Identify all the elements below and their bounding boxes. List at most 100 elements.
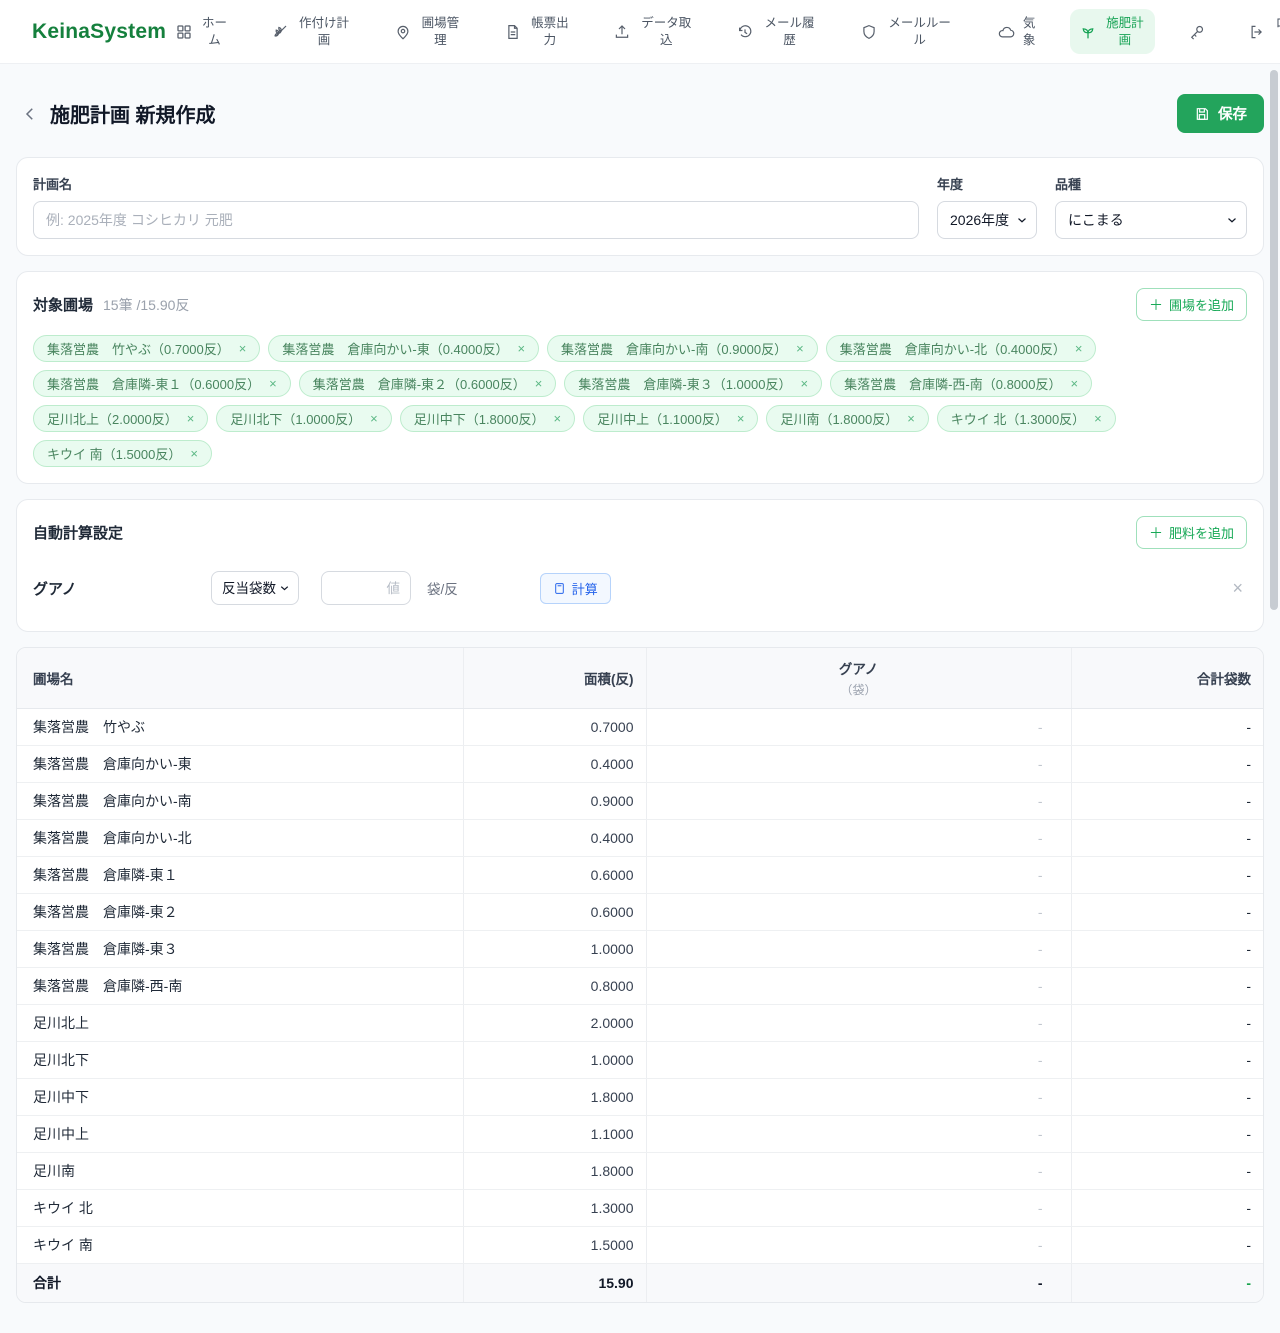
save-button-label: 保存 [1218,107,1247,123]
remove-fertilizer-icon[interactable]: × [1228,578,1247,599]
field-tag: 集落営農 倉庫向かい-南（0.9000反） × [547,335,818,362]
calc-value-input[interactable] [321,571,411,605]
tag-remove-icon[interactable]: × [1070,377,1078,390]
tag-remove-icon[interactable]: × [370,412,378,425]
save-button[interactable]: 保存 [1177,94,1264,133]
nav-list: ホーム 作付け計画 圃場管理 帳票出力 データ取込 メール履歴 メールルール 気… [166,9,1280,54]
scrollbar-thumb[interactable] [1270,70,1278,610]
field-tag-list: 集落営農 竹やぶ（0.7000反） × 集落営農 倉庫向かい-東（0.4000反… [33,335,1247,467]
footer-bags-total: - [1070,1263,1263,1302]
field-tag-label: 集落営農 倉庫隣-東３（1.0000反） [578,377,792,392]
field-tag-label: 集落営農 倉庫向かい-北（0.4000反） [839,342,1066,357]
key-icon [1188,23,1206,41]
target-fields-card: 対象圃場 15筆 /15.90反 ＋ 圃場を追加 集落営農 竹やぶ（0.7000… [16,271,1264,484]
field-tag: 集落営農 倉庫向かい-北（0.4000反） × [825,335,1097,362]
cell-fertilizer-bags: - [645,708,1071,746]
calculate-button[interactable]: 計算 [539,572,611,604]
table-row: 足川南 1.8000 - - [17,1152,1263,1190]
tag-remove-icon[interactable]: × [190,447,198,460]
cell-area: 1.1000 [462,1115,646,1153]
field-tag: 足川南（1.8000反） × [766,405,929,432]
tag-remove-icon[interactable]: × [907,412,915,425]
tag-remove-icon[interactable]: × [796,342,804,355]
nav-item-label: データ取込 [641,16,692,47]
nav-item-fertilization-plan[interactable]: 施肥計画 [1069,9,1156,54]
nav-item-mail-rules[interactable]: メールルール [851,9,964,54]
document-icon [504,23,522,41]
plus-icon: ＋ [1148,524,1163,541]
auto-calc-title: 自動計算設定 [33,525,124,542]
cell-field-name: 集落営農 倉庫隣-東３ [17,930,463,968]
field-tag: 集落営農 竹やぶ（0.7000反） × [33,335,261,362]
nav-item-mail-history[interactable]: メール履歴 [727,9,826,54]
field-tag-label: 足川南（1.8000反） [780,412,899,427]
tag-remove-icon[interactable]: × [517,342,525,355]
footer-area-total: 15.90 [462,1263,646,1302]
nav-item-home[interactable]: ホーム [166,9,238,54]
plan-name-label: 計画名 [33,177,73,192]
cell-fertilizer-bags: - [645,1041,1071,1079]
plan-name-input[interactable] [33,201,919,239]
nav-item-logout[interactable]: ログアウト [1239,9,1280,54]
table-row: 集落営農 倉庫向かい-北 0.4000 - - [17,819,1263,857]
nav-item-field-management[interactable]: 圃場管理 [385,9,471,54]
cell-area: 0.4000 [462,745,646,783]
tag-remove-icon[interactable]: × [800,377,808,390]
scrollbar [1268,64,1280,1264]
field-tag: 足川北下（1.0000反） × [216,405,392,432]
table-row: 足川中下 1.8000 - - [17,1078,1263,1116]
cell-area: 0.9000 [462,782,646,820]
main-content: 施肥計画 新規作成 保存 計画名 年度 2026年度 [0,94,1280,1333]
calc-method-select[interactable]: 反当袋数 [211,571,299,605]
nav-item-planting-plan[interactable]: 作付け計画 [262,9,361,54]
col-header-fertilizer-unit: （袋） [840,683,877,697]
tag-remove-icon[interactable]: × [553,412,561,425]
cell-field-name: 集落営農 竹やぶ [17,708,463,746]
page-title: 施肥計画 新規作成 [50,105,216,127]
variety-label: 品種 [1055,177,1082,192]
add-fertilizer-button[interactable]: ＋ 肥料を追加 [1135,516,1247,549]
tag-remove-icon[interactable]: × [737,412,745,425]
cell-total-bags: - [1070,967,1263,1005]
nav-item-label: メール履歴 [764,16,815,47]
back-button[interactable] [16,100,44,128]
field-tag: キウイ 南（1.5000反） × [33,440,212,467]
tag-remove-icon[interactable]: × [1075,342,1083,355]
field-tag: 集落営農 倉庫向かい-東（0.4000反） × [268,335,540,362]
tag-remove-icon[interactable]: × [269,377,277,390]
cell-field-name: 集落営農 倉庫隣-西-南 [17,967,463,1005]
target-fields-summary: 15筆 /15.90反 [103,296,190,313]
tag-remove-icon[interactable]: × [535,377,543,390]
plan-info-card: 計画名 年度 2026年度 品種 にこまる [16,157,1264,256]
cell-area: 0.6000 [462,856,646,894]
footer-label: 合計 [17,1263,463,1302]
brand-logo[interactable]: KeinaSystem [32,20,166,44]
variety-select[interactable]: にこまる [1055,201,1247,239]
year-select[interactable]: 2026年度 [937,201,1037,239]
table-body: 集落営農 竹やぶ 0.7000 - - 集落営農 倉庫向かい-東 0.4000 … [17,708,1263,1264]
cell-field-name: 足川北上 [17,1004,463,1042]
col-header-area: 面積(反) [462,648,646,709]
cell-area: 0.8000 [462,967,646,1005]
field-tag-label: キウイ 南（1.5000反） [47,447,182,462]
nav-item-report-output[interactable]: 帳票出力 [495,9,581,54]
nav-item-label: メールルール [888,16,951,47]
field-tag-label: 足川中上（1.1000反） [597,412,728,427]
cell-area: 0.6000 [462,893,646,931]
cell-total-bags: - [1070,782,1263,820]
tag-remove-icon[interactable]: × [239,342,247,355]
year-label: 年度 [937,177,964,192]
nav-item-weather[interactable]: 気象 [988,9,1046,54]
add-fertilizer-button-label: 肥料を追加 [1168,526,1234,541]
tag-remove-icon[interactable]: × [1094,412,1102,425]
cell-field-name: 足川中下 [17,1078,463,1116]
auto-calc-card: 自動計算設定 ＋ 肥料を追加 グアノ 反当袋数 袋/反 [16,499,1264,632]
sprout-icon [1079,23,1097,41]
table-header-row: 圃場名 面積(反) グアノ （袋） 合計袋数 [17,648,1263,709]
add-field-button[interactable]: ＋ 圃場を追加 [1135,288,1247,321]
table-row: キウイ 南 1.5000 - - [17,1226,1263,1264]
nav-item-data-import[interactable]: データ取込 [604,9,703,54]
tag-remove-icon[interactable]: × [187,412,195,425]
nav-item-key[interactable] [1179,17,1215,47]
nav-item-label: ホーム [201,16,227,47]
